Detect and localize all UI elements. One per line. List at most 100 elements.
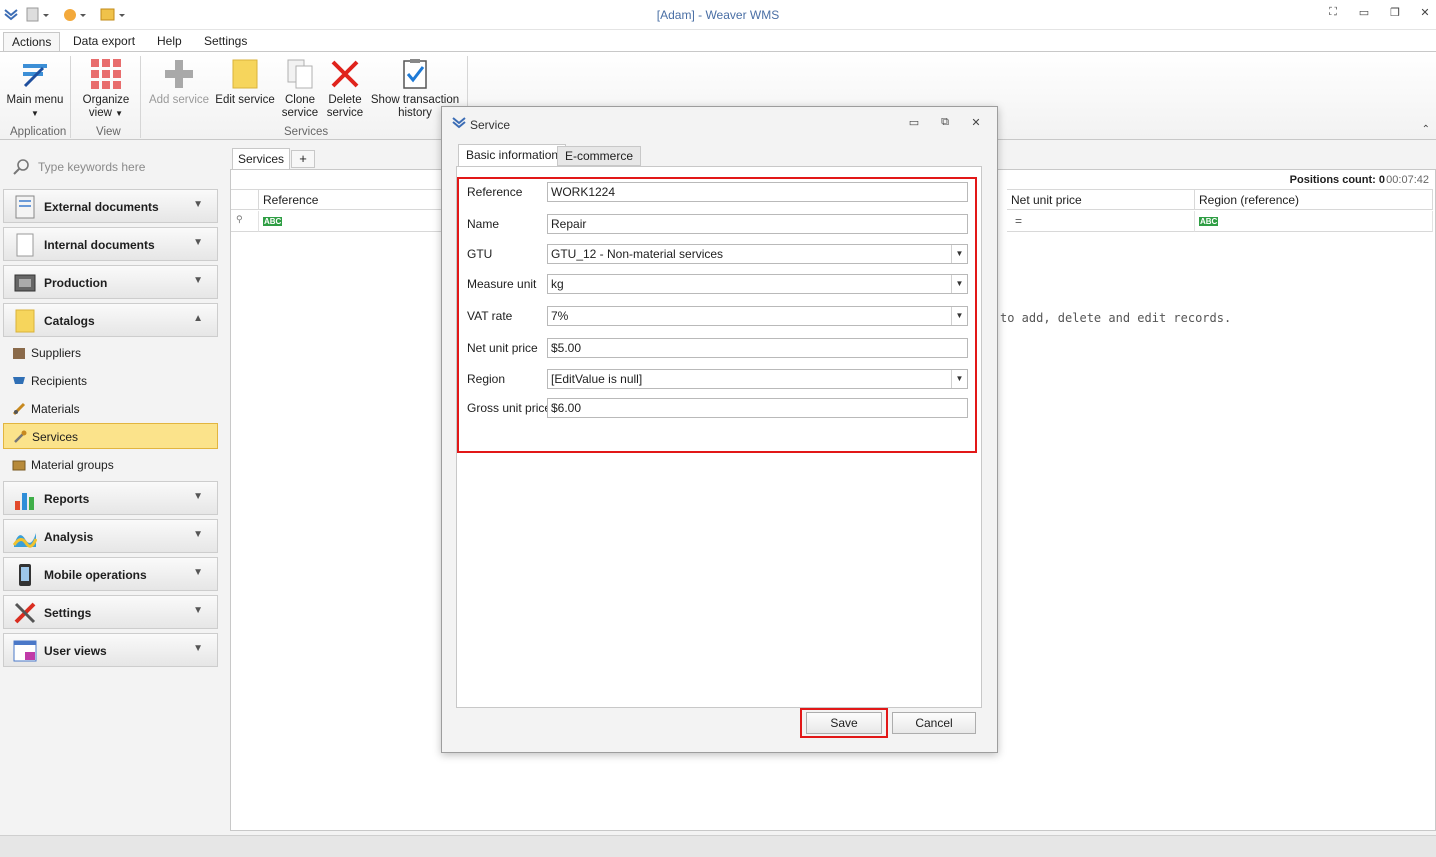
text-filter-icon: ABC [263, 217, 283, 226]
add-tab-button[interactable]: + [291, 150, 315, 168]
filter-cell-region[interactable]: ABC [1195, 211, 1433, 232]
dialog-title: Service [470, 118, 511, 132]
text-filter-icon: ABC [1199, 217, 1219, 226]
nav-group-catalogs[interactable]: Catalogs ▲ [3, 303, 218, 337]
nav-group-reports[interactable]: Reports ▼ [3, 481, 218, 515]
column-header-reference[interactable]: Reference [259, 189, 449, 210]
dialog-logo-icon [452, 116, 466, 133]
add-service-button[interactable]: Add service [148, 58, 210, 107]
menu-tabs: Actions Data export Help Settings [0, 30, 1436, 52]
gross-unit-price-input[interactable]: $6.00 [547, 398, 968, 418]
delete-service-button[interactable]: Delete service [325, 58, 365, 120]
bar-chart-icon [13, 487, 37, 511]
wrench-icon [13, 430, 27, 444]
row-indicator-header [231, 189, 259, 210]
nav-item-recipients[interactable]: Recipients [3, 368, 218, 394]
cancel-button[interactable]: Cancel [892, 712, 976, 734]
save-button[interactable]: Save [806, 712, 882, 734]
clock: 00:07:42 [1386, 174, 1429, 186]
tab-help[interactable]: Help [149, 32, 190, 52]
nav-group-user-views[interactable]: User views ▼ [3, 633, 218, 667]
gtu-select[interactable]: GTU_12 - Non-material services ▼ [547, 244, 968, 264]
plus-icon [163, 58, 195, 90]
organize-view-button[interactable]: Organize view ▼ [78, 58, 134, 120]
empty-grid-message: to add, delete and edit records. [1000, 311, 1232, 325]
dropdown-arrow-icon: ▼ [115, 109, 124, 118]
checklist-icon [399, 58, 431, 90]
search-box[interactable]: Type keywords here [8, 157, 218, 177]
tab-basic-information[interactable]: Basic information [458, 144, 567, 167]
edit-service-button[interactable]: Edit service [215, 58, 275, 107]
nav-group-internal-documents[interactable]: Internal documents ▼ [3, 227, 218, 261]
box-icon [12, 346, 26, 360]
minimize-icon[interactable]: ▭ [1355, 6, 1373, 22]
column-header-net-unit-price[interactable]: Net unit price [1007, 189, 1195, 210]
mobile-icon [13, 563, 37, 587]
filter-pin-cell[interactable]: ⚲ [231, 211, 259, 232]
machine-icon [13, 271, 37, 295]
ribbon-separator [70, 56, 71, 138]
search-placeholder: Type keywords here [38, 160, 146, 174]
window-icon [13, 639, 37, 663]
dropdown-arrow-icon: ▼ [31, 109, 39, 118]
clone-service-button[interactable]: Clone service [280, 58, 320, 120]
main-menu-button[interactable]: Main menu ▼ [6, 58, 64, 120]
restore-icon[interactable]: ❐ [1386, 6, 1404, 22]
dropdown-arrow-icon[interactable]: ▼ [951, 245, 967, 263]
nav-group-production[interactable]: Production ▼ [3, 265, 218, 299]
chevron-down-icon: ▼ [193, 275, 203, 286]
nav-group-settings[interactable]: Settings ▼ [3, 595, 218, 629]
nav-item-suppliers[interactable]: Suppliers [3, 340, 218, 366]
dialog-close-icon[interactable]: ✕ [967, 116, 985, 132]
dialog-minimize-icon[interactable]: ▭ [905, 116, 923, 132]
chevron-down-icon: ▼ [193, 491, 203, 502]
basic-information-panel: Reference WORK1224 Name Repair GTU GTU_1… [456, 166, 982, 708]
column-header-region-reference[interactable]: Region (reference) [1195, 189, 1433, 210]
group-view: View [96, 126, 121, 138]
chevron-down-icon: ▼ [193, 643, 203, 654]
group-application: Application [10, 126, 67, 138]
chevron-down-icon: ▼ [193, 199, 203, 210]
search-icon [12, 158, 30, 179]
dropdown-arrow-icon[interactable]: ▼ [951, 307, 967, 325]
chevron-down-icon: ▼ [193, 237, 203, 248]
ribbon-separator [140, 56, 141, 138]
tools-icon [13, 601, 37, 625]
nav-item-services[interactable]: Services [3, 423, 218, 449]
group-icon [12, 458, 26, 472]
reference-input[interactable]: WORK1224 [547, 182, 968, 202]
region-select[interactable]: [EditValue is null] ▼ [547, 369, 968, 389]
collapse-ribbon-icon[interactable]: ⌃ [1422, 124, 1430, 135]
dropdown-arrow-icon[interactable]: ▼ [951, 370, 967, 388]
tab-settings[interactable]: Settings [196, 32, 255, 52]
pin-icon: ⚲ [236, 214, 243, 224]
tab-services[interactable]: Services [232, 148, 290, 170]
dropdown-arrow-icon[interactable]: ▼ [951, 275, 967, 293]
group-services: Services [284, 126, 329, 138]
status-bar [0, 835, 1436, 857]
tab-actions[interactable]: Actions [3, 32, 61, 52]
tab-data-export[interactable]: Data export [65, 32, 143, 52]
filter-cell-net-unit-price[interactable]: = [1007, 211, 1195, 232]
nav-group-analysis[interactable]: Analysis ▼ [3, 519, 218, 553]
note-icon [229, 58, 261, 90]
close-icon[interactable]: ✕ [1416, 6, 1434, 22]
folder-icon [13, 309, 37, 333]
net-unit-price-input[interactable]: $5.00 [547, 338, 968, 358]
nav-item-material-groups[interactable]: Material groups [3, 452, 218, 478]
main-menu-icon [19, 58, 51, 90]
nav-item-materials[interactable]: Materials [3, 396, 218, 422]
filter-cell-reference[interactable]: ABC [259, 211, 449, 232]
vat-rate-select[interactable]: 7% ▼ [547, 306, 968, 326]
fullscreen-icon[interactable]: ⛶ [1324, 6, 1342, 22]
analysis-icon [12, 525, 38, 549]
name-input[interactable]: Repair [547, 214, 968, 234]
dialog-restore-icon[interactable]: ⧉ [936, 116, 954, 132]
nav-group-mobile-operations[interactable]: Mobile operations ▼ [3, 557, 218, 591]
delete-x-icon [329, 58, 361, 90]
measure-unit-select[interactable]: kg ▼ [547, 274, 968, 294]
page-icon [13, 233, 37, 257]
nav-group-external-documents[interactable]: External documents ▼ [3, 189, 218, 223]
tab-e-commerce[interactable]: E-commerce [557, 146, 642, 166]
document-icon [13, 195, 37, 219]
